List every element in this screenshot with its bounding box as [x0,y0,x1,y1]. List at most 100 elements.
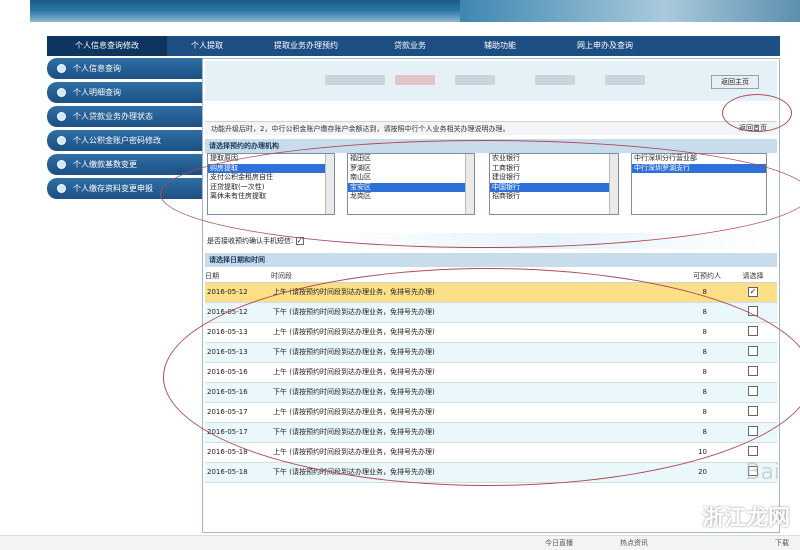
statusbar-download[interactable]: 下载 [775,536,789,550]
sidebar-item-loan-status[interactable]: 个人贷款业务办理状态 [47,106,202,127]
sidebar-item-label: 个人缴款基数变更 [73,160,137,169]
bullet-icon [57,112,66,121]
list-item[interactable]: 罗湖区 [348,164,474,174]
nav-tab-online-apply[interactable]: 网上申办及查询 [545,36,665,56]
table-row[interactable]: 2016-05-16 下午 (请按预约时间段到达办理业务，免排号先办理) 8 [205,382,777,403]
bank-listbox[interactable]: 农业银行 工商银行 建设银行 中国银行 招商银行 [489,153,619,215]
slot-count: 8 [674,402,729,423]
list-item[interactable]: 工商银行 [490,164,618,174]
sidebar-item-base-change[interactable]: 个人缴款基数变更 [47,154,202,175]
institution-section-title: 请选择预约的办理机构 [205,139,777,153]
list-item[interactable]: 南山区 [348,173,474,183]
slot-select-checkbox[interactable]: ✓ [748,287,758,297]
sidebar-item-detail[interactable]: 个人明细查询 [47,82,202,103]
sidebar-item-label: 个人公积金账户密码修改 [73,136,161,145]
slot-date: 2016-05-13 [205,322,271,343]
scrollbar[interactable] [609,154,618,214]
slot-select-checkbox[interactable] [748,446,758,456]
branch-listbox[interactable]: 中行深圳分行营业部 中行深圳罗湖支行 [631,153,767,215]
bullet-icon [57,136,66,145]
column-header-count: 可预约人 [674,271,729,283]
table-row[interactable]: 2016-05-13 上午 (请按预约时间段到达办理业务，免排号先办理) 8 [205,322,777,343]
table-row[interactable]: 2016-05-18 上午 (请按预约时间段到达办理业务，免排号先办理) 10 [205,442,777,463]
list-item[interactable]: 福田区 [348,154,474,164]
reason-listbox[interactable]: 提取原因 购房提取 支付公积金租房自住 还贷提取(一次性) 离休未有住房提取 [207,153,335,215]
redacted-field [535,75,575,85]
slot-select-checkbox[interactable] [748,406,758,416]
table-row[interactable]: 2016-05-17 下午 (请按预约时间段到达办理业务，免排号先办理) 8 [205,422,777,443]
list-item[interactable]: 龙岗区 [348,192,474,202]
list-item[interactable]: 离休未有住房提取 [208,192,334,202]
sms-confirm-label: 是否接收预约确认手机短信: [207,237,294,245]
statusbar-today[interactable]: 今日直播 [545,536,573,550]
list-item[interactable]: 中行深圳分行营业部 [632,154,766,164]
nav-tab-appointment[interactable]: 提取业务办理预约 [247,36,365,56]
table-row[interactable]: 2016-05-12 上午 (请按预约时间段到达办理业务，免排号先办理) 8 ✓ [205,282,777,303]
slot-select-checkbox[interactable] [748,366,758,376]
list-item[interactable]: 招商银行 [490,192,618,202]
sidebar-item-info[interactable]: 个人信息查询 [47,58,202,79]
slot-select-checkbox[interactable] [748,386,758,396]
table-row[interactable]: 2016-05-13 下午 (请按预约时间段到达办理业务，免排号先办理) 8 [205,342,777,363]
list-item[interactable]: 中行深圳罗湖支行 [632,163,766,173]
scrollbar[interactable] [465,154,474,214]
banner-image [460,0,800,22]
nav-tab-loan[interactable]: 贷款业务 [365,36,455,56]
slots-section-title: 请选择日期和时间 [205,253,777,267]
column-header-select: 请选择 [729,271,777,283]
sidebar-item-data-change[interactable]: 个人缴存资料变更申报 [47,178,202,199]
bullet-icon [57,64,66,73]
redacted-field [605,75,645,85]
slot-select-checkbox[interactable] [748,426,758,436]
user-info-box: 返回主页 [205,61,777,101]
list-item[interactable]: 中国银行 [490,182,618,192]
slot-period: 上午 (请按预约时间段到达办理业务，免排号先办理) [271,442,674,463]
list-item[interactable]: 农业银行 [490,154,618,164]
nav-tab-tools[interactable]: 辅助功能 [455,36,545,56]
table-row[interactable]: 2016-05-12 下午 (请按预约时间段到达办理业务，免排号先办理) 8 [205,302,777,323]
help-link[interactable]: 返回首页 [739,123,767,133]
list-item[interactable]: 提取原因 [208,154,334,164]
table-row[interactable]: 2016-05-17 上午 (请按预约时间段到达办理业务，免排号先办理) 8 [205,402,777,423]
table-row[interactable]: 2016-05-18 下午 (请按预约时间段到达办理业务，免排号先办理) 20 [205,462,777,483]
slot-count: 8 [674,422,729,443]
slot-period: 下午 (请按预约时间段到达办理业务，免排号先办理) [271,462,674,483]
slot-select-checkbox[interactable] [748,306,758,316]
nav-tab-personal-info[interactable]: 个人信息查询修改 [47,36,167,56]
slots-table-body: 2016-05-12 上午 (请按预约时间段到达办理业务，免排号先办理) 8 ✓ 201… [205,282,777,483]
list-item[interactable]: 建设银行 [490,173,618,183]
slot-date: 2016-05-16 [205,362,271,383]
bullet-icon [57,88,66,97]
list-item[interactable]: 还贷提取(一次性) [208,183,334,193]
slot-period: 下午 (请按预约时间段到达办理业务，免排号先办理) [271,382,674,403]
list-item[interactable]: 宝安区 [348,182,474,192]
table-row[interactable]: 2016-05-16 上午 (请按预约时间段到达办理业务，免排号先办理) 8 [205,362,777,383]
slot-period: 上午 (请按预约时间段到达办理业务，免排号先办理) [271,402,674,423]
slot-count: 20 [674,462,729,483]
slot-date: 2016-05-13 [205,342,271,363]
main-content: 返回主页 功能升级后时，2，中行公积金账户缴存账户余额达到，请按照中行个人业务相… [202,58,780,533]
slots-table: 日期 时间段 可预约人 请选择 2016-05-12 上午 (请按预约时间段到达办… [205,271,777,483]
nav-tab-withdrawal[interactable]: 个人提取 [167,36,247,56]
slot-select-checkbox[interactable] [748,326,758,336]
scrollbar[interactable] [325,154,334,214]
slot-date: 2016-05-18 [205,462,271,483]
slot-count: 8 [674,362,729,383]
slot-count: 8 [674,282,729,303]
column-header-period: 时间段 [271,271,674,283]
sidebar-item-label: 个人缴存资料变更申报 [73,184,153,193]
statusbar-hot[interactable]: 热点资讯 [620,536,648,550]
sms-confirm-checkbox[interactable]: ✓ [295,237,304,245]
list-item[interactable]: 支付公积金租房自住 [208,173,334,183]
sidebar-item-password[interactable]: 个人公积金账户密码修改 [47,130,202,151]
sidebar-item-label: 个人明细查询 [73,88,121,97]
slot-period: 上午 (请按预约时间段到达办理业务，免排号先办理) [271,282,674,303]
sidebar-item-label: 个人信息查询 [73,64,121,73]
slot-date: 2016-05-17 [205,402,271,423]
slot-select-checkbox[interactable] [748,346,758,356]
site-banner [30,0,800,22]
district-listbox[interactable]: 福田区 罗湖区 南山区 宝安区 龙岗区 [347,153,475,215]
slot-period: 下午 (请按预约时间段到达办理业务，免排号先办理) [271,302,674,323]
return-home-button[interactable]: 返回主页 [711,75,759,89]
list-item[interactable]: 购房提取 [208,163,334,173]
